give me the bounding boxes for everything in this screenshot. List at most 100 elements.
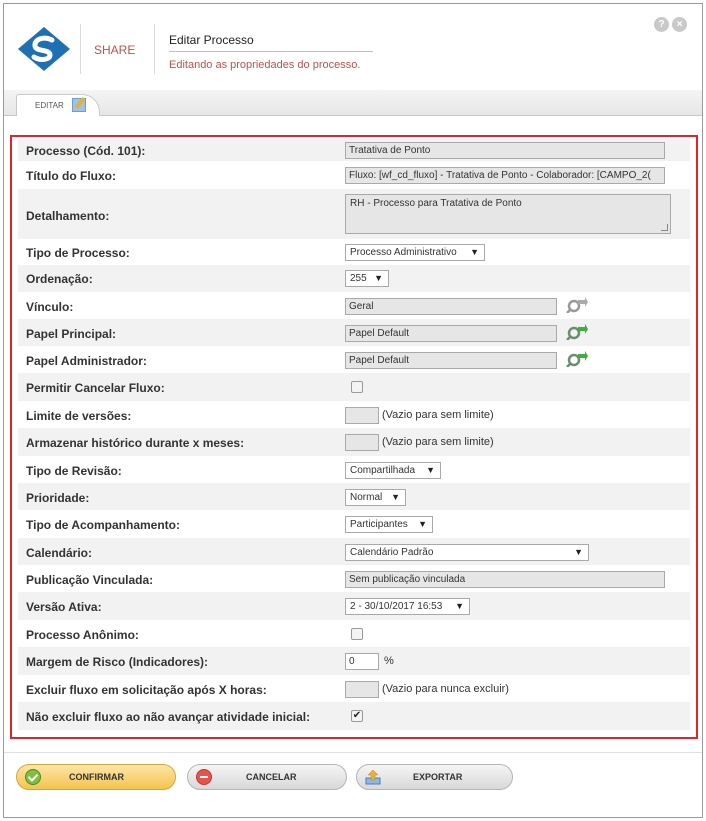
- tipo-processo-select[interactable]: Processo Administrativo ▼: [345, 244, 485, 261]
- ordenacao-label: Ordenação:: [26, 272, 93, 286]
- calendario-label: Calendário:: [26, 546, 93, 560]
- cancel-button[interactable]: CANCELAR: [187, 764, 347, 790]
- margem-risco-label: Margem de Risco (Indicadores):: [26, 655, 209, 669]
- nao-excluir-fluxo-checkbox[interactable]: ✔: [351, 710, 363, 722]
- confirm-button-label: CONFIRMAR: [69, 772, 124, 782]
- close-icon[interactable]: ×: [672, 17, 687, 32]
- form-row-limite-versoes: Limite de versões: (Vazio para sem limit…: [18, 401, 690, 428]
- form-row-titulo-fluxo: Título do Fluxo: Fluxo: [wf_cd_fluxo] - …: [18, 161, 690, 189]
- edit-icon: [72, 98, 86, 112]
- tab-label: EDITAR: [35, 101, 64, 110]
- papel-administrador-input[interactable]: Papel Default: [345, 352, 557, 369]
- form-row-tipo-processo: Tipo de Processo: Processo Administrativ…: [18, 239, 690, 265]
- excluir-fluxo-hint: (Vazio para nunca excluir): [382, 683, 509, 695]
- percent-unit: %: [384, 655, 394, 667]
- search-green-icon[interactable]: [566, 324, 588, 340]
- excluir-fluxo-label: Excluir fluxo em solicitação após X hora…: [26, 683, 267, 697]
- form-row-excluir-fluxo: Excluir fluxo em solicitação após X hora…: [18, 675, 690, 702]
- limite-versoes-hint: (Vazio para sem limite): [382, 409, 494, 421]
- detalhamento-textarea[interactable]: RH - Processo para Tratativa de Ponto: [345, 194, 671, 234]
- permitir-cancelar-label: Permitir Cancelar Fluxo:: [26, 381, 165, 395]
- ordenacao-value: 255: [350, 273, 367, 284]
- processo-anonimo-checkbox[interactable]: [351, 628, 363, 640]
- tab-bar: EDITAR: [4, 90, 702, 116]
- export-button[interactable]: EXPORTAR: [356, 764, 513, 790]
- armazenar-historico-hint: (Vazio para sem limite): [382, 436, 494, 448]
- tab-editar[interactable]: EDITAR: [16, 94, 100, 116]
- prioridade-value: Normal: [350, 492, 383, 503]
- share-logo-icon: [18, 27, 70, 71]
- versao-ativa-label: Versão Ativa:: [26, 600, 102, 614]
- dropdown-arrow-icon: ▼: [374, 273, 383, 283]
- margem-risco-input[interactable]: 0: [345, 653, 379, 670]
- detalhamento-text: RH - Processo para Tratativa de Ponto: [350, 198, 522, 209]
- dialog-header: SHARE Editar Processo Editando as propri…: [4, 4, 702, 92]
- tipo-acompanhamento-value: Participantes: [350, 519, 408, 530]
- form-row-vinculo: Vínculo: Geral: [18, 292, 690, 319]
- search-gray-icon[interactable]: [566, 297, 588, 313]
- resize-grip-icon[interactable]: [661, 224, 668, 231]
- cancel-button-label: CANCELAR: [246, 772, 297, 782]
- form-row-tipo-revisao: Tipo de Revisão: Compartilhada ▼: [18, 456, 690, 483]
- excluir-fluxo-input[interactable]: [345, 681, 379, 698]
- processo-input[interactable]: Tratativa de Ponto: [345, 142, 665, 159]
- papel-principal-label: Papel Principal:: [26, 327, 117, 341]
- header-divider: [80, 24, 81, 74]
- titulo-fluxo-input[interactable]: Fluxo: [wf_cd_fluxo] - Tratativa de Pont…: [345, 167, 665, 184]
- versao-ativa-select[interactable]: 2 - 30/10/2017 16:53 ▼: [345, 598, 470, 615]
- limite-versoes-input[interactable]: [345, 407, 379, 424]
- form-row-permitir-cancelar: Permitir Cancelar Fluxo:: [18, 373, 690, 401]
- form-row-publicacao-vinculada: Publicação Vinculada: Sem publicação vin…: [18, 565, 690, 592]
- form-row-processo: Processo (Cód. 101): Tratativa de Ponto: [18, 139, 690, 161]
- prioridade-select[interactable]: Normal ▼: [345, 489, 406, 506]
- prioridade-label: Prioridade:: [26, 491, 90, 505]
- versao-ativa-value: 2 - 30/10/2017 16:53: [350, 601, 443, 612]
- tipo-acompanhamento-select[interactable]: Participantes ▼: [345, 516, 433, 533]
- form-row-versao-ativa: Versão Ativa: 2 - 30/10/2017 16:53 ▼: [18, 592, 690, 620]
- processo-anonimo-label: Processo Anônimo:: [26, 628, 139, 642]
- header-divider: [154, 24, 155, 74]
- dropdown-arrow-icon: ▼: [455, 601, 464, 611]
- vinculo-label: Vínculo:: [26, 300, 74, 314]
- ordenacao-select[interactable]: 255 ▼: [345, 270, 389, 287]
- export-button-label: EXPORTAR: [413, 772, 463, 782]
- form-row-detalhamento: Detalhamento: RH - Processo para Tratati…: [18, 189, 690, 239]
- form-row-papel-principal: Papel Principal: Papel Default: [18, 319, 690, 346]
- papel-principal-input[interactable]: Papel Default: [345, 325, 557, 342]
- publicacao-vinculada-input[interactable]: Sem publicação vinculada: [345, 571, 665, 588]
- checkmark-icon: ✔: [352, 710, 362, 721]
- armazenar-historico-label: Armazenar histórico durante x meses:: [26, 436, 245, 450]
- tipo-revisao-select[interactable]: Compartilhada ▼: [345, 462, 441, 479]
- nao-excluir-fluxo-label: Não excluir fluxo ao não avançar ativida…: [26, 710, 311, 724]
- calendario-select[interactable]: Calendário Padrão ▼: [345, 544, 589, 561]
- dropdown-arrow-icon: ▼: [574, 547, 583, 557]
- permitir-cancelar-checkbox[interactable]: [351, 381, 363, 393]
- dialog-window: SHARE Editar Processo Editando as propri…: [3, 3, 703, 818]
- brand-label: SHARE: [94, 43, 136, 57]
- processo-label: Processo (Cód. 101):: [26, 144, 146, 158]
- dropdown-arrow-icon: ▼: [426, 465, 435, 475]
- form-row-prioridade: Prioridade: Normal ▼: [18, 483, 690, 510]
- detalhamento-label: Detalhamento:: [26, 209, 110, 223]
- page-title: Editar Processo: [169, 33, 254, 47]
- tipo-processo-value: Processo Administrativo: [350, 247, 457, 258]
- titulo-fluxo-label: Título do Fluxo:: [26, 169, 116, 183]
- export-icon: [365, 769, 381, 785]
- armazenar-historico-input[interactable]: [345, 434, 379, 451]
- limite-versoes-label: Limite de versões:: [26, 409, 132, 423]
- form-row-calendario: Calendário: Calendário Padrão ▼: [18, 538, 690, 565]
- tipo-acompanhamento-label: Tipo de Acompanhamento:: [26, 518, 181, 532]
- form-row-margem-risco: Margem de Risco (Indicadores): 0 %: [18, 647, 690, 675]
- calendario-value: Calendário Padrão: [350, 547, 434, 558]
- tipo-processo-label: Tipo de Processo:: [26, 246, 130, 260]
- tipo-revisao-value: Compartilhada: [350, 465, 416, 476]
- help-icon[interactable]: ?: [654, 17, 669, 32]
- process-form: Processo (Cód. 101): Tratativa de Ponto …: [10, 135, 698, 739]
- search-green-icon[interactable]: [566, 351, 588, 367]
- vinculo-input[interactable]: Geral: [345, 298, 557, 315]
- tipo-revisao-label: Tipo de Revisão:: [26, 464, 122, 478]
- confirm-button[interactable]: CONFIRMAR: [16, 764, 176, 790]
- form-row-ordenacao: Ordenação: 255 ▼: [18, 265, 690, 292]
- check-circle-icon: [25, 769, 41, 785]
- form-row-nao-excluir-fluxo: Não excluir fluxo ao não avançar ativida…: [18, 702, 690, 730]
